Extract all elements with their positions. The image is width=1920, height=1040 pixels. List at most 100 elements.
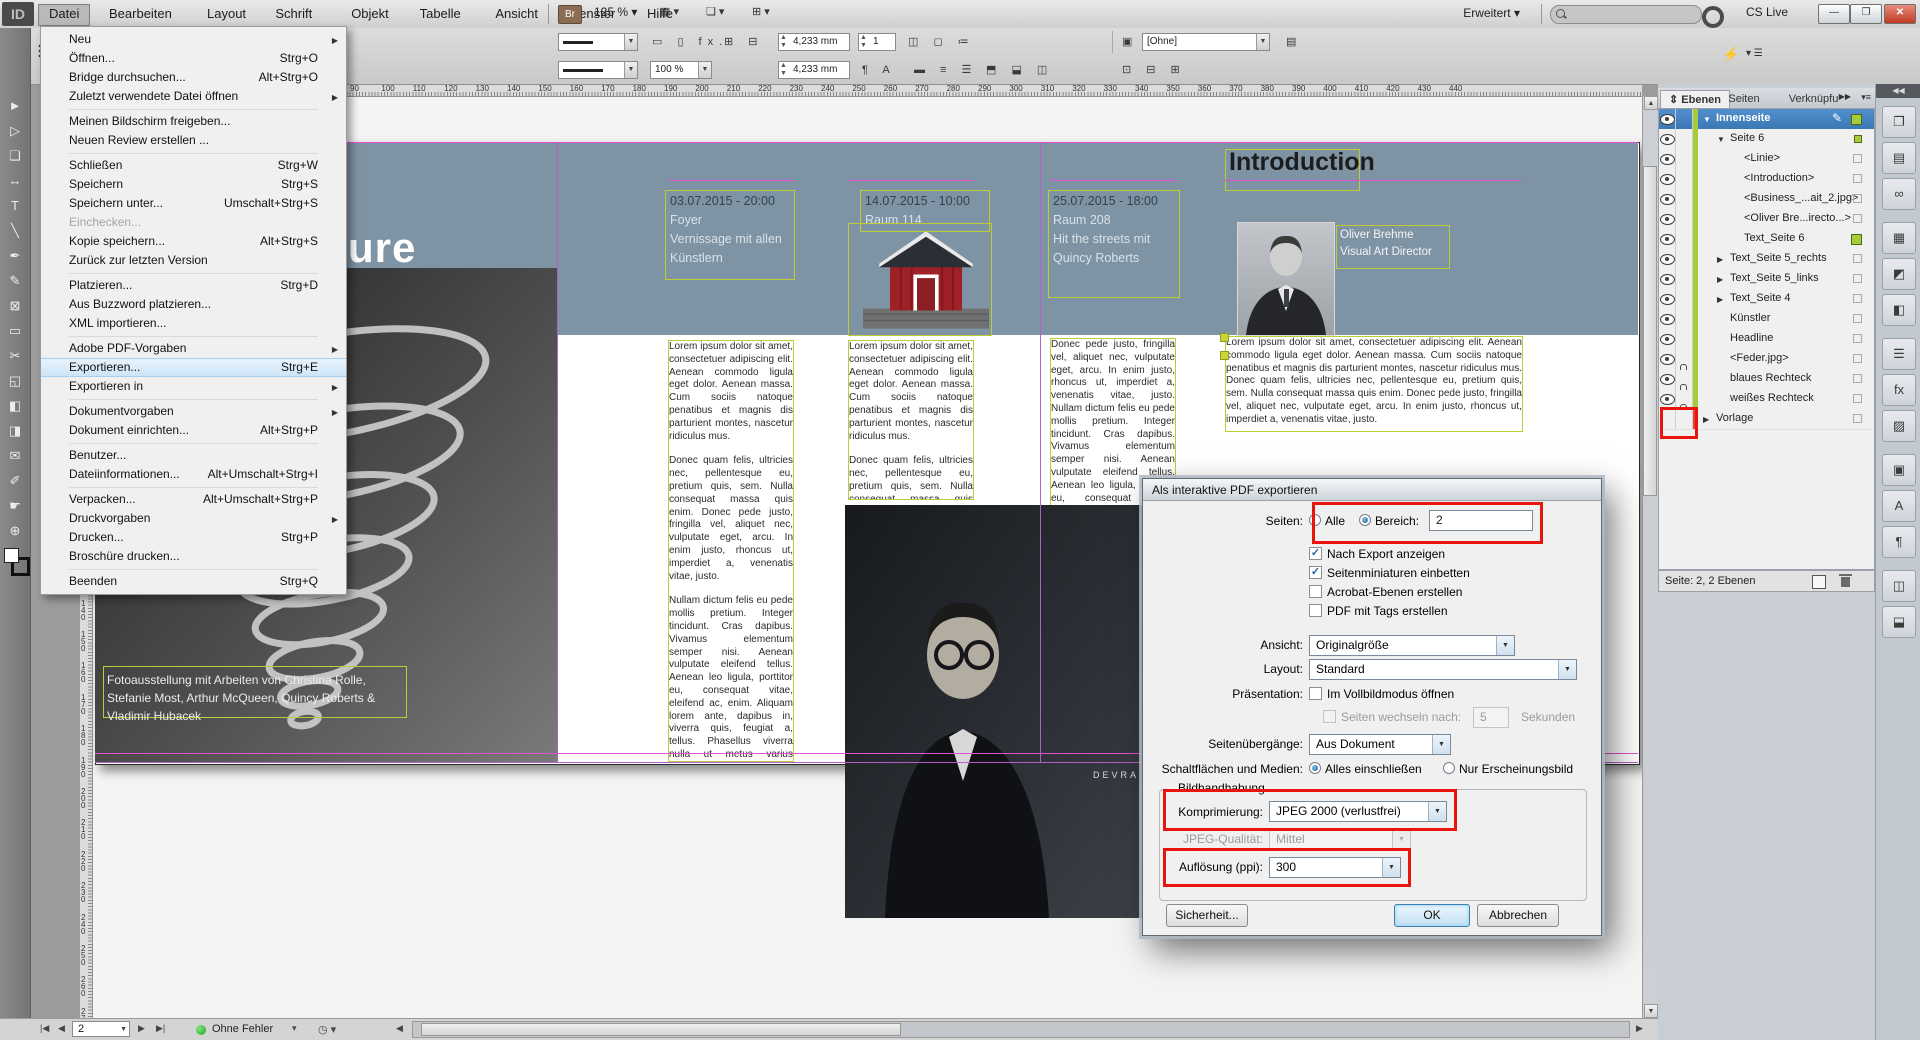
dialog-title[interactable]: Als interaktive PDF exportieren bbox=[1143, 479, 1601, 501]
selection-square[interactable] bbox=[1853, 154, 1862, 163]
count-field[interactable]: ▲ ▼1 bbox=[858, 33, 896, 51]
layer-row--feder-jpg-[interactable]: <Feder.jpg> bbox=[1659, 349, 1874, 370]
selection-square[interactable] bbox=[1853, 414, 1862, 423]
disclosure-triangle-icon[interactable]: ▼ bbox=[1703, 115, 1711, 124]
fill-swatch[interactable] bbox=[4, 548, 19, 563]
distribute-icons[interactable]: ⬒ ⬓ ◫ bbox=[986, 57, 1053, 83]
transparency-panel-icon[interactable]: ▨ bbox=[1882, 410, 1916, 442]
lock-toggle[interactable] bbox=[1676, 129, 1693, 149]
text-wrap-panel-icon[interactable]: ◫ bbox=[1882, 570, 1916, 602]
file-menu-item-dokumentvorgaben[interactable]: Dokumentvorgaben▶ bbox=[41, 402, 346, 421]
alles-radio[interactable] bbox=[1309, 762, 1321, 774]
event-frame[interactable] bbox=[665, 190, 795, 280]
file-menu-item-speichern-unter-[interactable]: Speichern unter...Umschalt+Strg+S bbox=[41, 194, 346, 213]
menu-layout[interactable]: Layout bbox=[197, 4, 256, 24]
layer-row-text-seite-5-rechts[interactable]: ▶Text_Seite 5_rechts bbox=[1659, 249, 1874, 270]
effects-panel-icon[interactable]: fx bbox=[1882, 374, 1916, 406]
zoom-level-dropdown[interactable]: 125 % ▾ bbox=[594, 5, 637, 19]
file-menu-item-adobe-pdf-vorgaben[interactable]: Adobe PDF-Vorgaben▶ bbox=[41, 339, 346, 358]
lock-toggle[interactable] bbox=[1676, 189, 1693, 209]
lock-toggle[interactable] bbox=[1676, 109, 1693, 129]
file-menu-item-brosch-re-drucken-[interactable]: Broschüre drucken... bbox=[41, 547, 346, 566]
panel-menu-icon[interactable]: ▾≡ bbox=[1861, 92, 1871, 103]
ansicht-dropdown[interactable]: Originalgröße▼ bbox=[1309, 635, 1515, 656]
visibility-toggle[interactable] bbox=[1659, 349, 1676, 369]
visibility-toggle[interactable] bbox=[1659, 269, 1676, 289]
visibility-toggle[interactable] bbox=[1659, 129, 1676, 149]
gap-tool[interactable]: ↔ bbox=[3, 169, 27, 193]
menu-objekt[interactable]: Objekt bbox=[341, 4, 399, 24]
horizontal-scrollbar[interactable] bbox=[412, 1021, 1630, 1038]
lock-toggle[interactable] bbox=[1676, 289, 1693, 309]
layer-row-blaues-rechteck[interactable]: blaues Rechteck bbox=[1659, 369, 1874, 390]
layer-row-text-seite-6[interactable]: Text_Seite 6 bbox=[1659, 229, 1874, 250]
export-checkbox-1[interactable]: ✓ bbox=[1309, 566, 1322, 579]
selection-square[interactable] bbox=[1853, 314, 1862, 323]
rectangle-frame-tool[interactable]: ⊠ bbox=[3, 294, 27, 318]
disclosure-triangle-icon[interactable]: ▶ bbox=[1717, 275, 1723, 284]
file-menu-item--ffnen-[interactable]: Öffnen...Strg+O bbox=[41, 49, 346, 68]
text-wrap-icons[interactable]: ◫ ◻ ≔ bbox=[908, 29, 975, 55]
text-icons[interactable]: ¶ A bbox=[862, 57, 896, 83]
file-menu-item-platzieren-[interactable]: Platzieren...Strg+D bbox=[41, 276, 346, 295]
disclosure-triangle-icon[interactable]: ▶ bbox=[1717, 295, 1723, 304]
zoom-tool[interactable]: ⊕ bbox=[3, 519, 27, 543]
lock-toggle[interactable] bbox=[1676, 229, 1693, 249]
lock-toggle[interactable] bbox=[1676, 269, 1693, 289]
layer-row-seite-6[interactable]: ▼Seite 6 bbox=[1659, 129, 1874, 150]
close-button[interactable]: ✕ bbox=[1884, 4, 1916, 24]
pen-tool[interactable]: ✒ bbox=[3, 244, 27, 268]
file-menu-item-speichern[interactable]: SpeichernStrg+S bbox=[41, 175, 346, 194]
visibility-toggle[interactable] bbox=[1659, 289, 1676, 309]
sicherheit-button[interactable]: Sicherheit... bbox=[1166, 904, 1248, 927]
preflight-menu-arrow[interactable]: ▾ bbox=[292, 1023, 297, 1034]
paragraph-styles-panel-icon[interactable]: ¶ bbox=[1882, 526, 1916, 558]
object-styles-panel-icon[interactable]: ▣ bbox=[1882, 454, 1916, 486]
corner-options-icon[interactable]: ▤ bbox=[1286, 29, 1302, 55]
panel-tab-verknüpfu[interactable]: Verknüpfu bbox=[1781, 90, 1847, 108]
fill-stroke-swatches[interactable] bbox=[4, 548, 26, 574]
type-tool[interactable]: T bbox=[3, 194, 27, 218]
align-icons[interactable]: ▬ ≡ ☰ bbox=[914, 57, 977, 83]
view-options-dropdown[interactable]: ▦ ▾ bbox=[660, 5, 679, 23]
free-transform-tool[interactable]: ◱ bbox=[3, 369, 27, 393]
visibility-toggle[interactable] bbox=[1659, 109, 1676, 129]
arrange-documents-dropdown[interactable]: ⊞ ▾ bbox=[752, 5, 770, 23]
pathfinder-panel-icon[interactable]: ⬓ bbox=[1882, 606, 1916, 638]
character-styles-panel-icon[interactable]: A bbox=[1882, 490, 1916, 522]
file-menu-item-zuletzt-verwendete-datei-ffnen[interactable]: Zuletzt verwendete Datei öffnen▶ bbox=[41, 87, 346, 106]
house-frame[interactable] bbox=[848, 223, 992, 336]
opacity-combo[interactable]: 100 %▼ bbox=[650, 61, 712, 79]
file-menu-item-benutzer-[interactable]: Benutzer... bbox=[41, 446, 346, 465]
effects-icons[interactable]: ▭ ▯ fx. bbox=[652, 29, 728, 55]
rectangle-tool[interactable]: ▭ bbox=[3, 319, 27, 343]
vollbild-checkbox[interactable] bbox=[1309, 687, 1322, 700]
menu-schrift[interactable]: Schrift bbox=[265, 4, 322, 24]
delete-layer-icon[interactable] bbox=[1841, 577, 1850, 587]
file-menu-item-exportieren-[interactable]: Exportieren...Strg+E bbox=[41, 358, 346, 377]
direct-selection-tool[interactable]: ▷ bbox=[3, 119, 27, 143]
gradient-feather-tool[interactable]: ◨ bbox=[3, 419, 27, 443]
selection-square[interactable] bbox=[1853, 274, 1862, 283]
file-menu-item-kopie-speichern-[interactable]: Kopie speichern...Alt+Strg+S bbox=[41, 232, 346, 251]
file-menu-item-zur-ck-zur-letzten-version[interactable]: Zurück zur letzten Version bbox=[41, 251, 346, 270]
disclosure-triangle-icon[interactable]: ▼ bbox=[1717, 135, 1725, 144]
file-menu-item-bridge-durchsuchen-[interactable]: Bridge durchsuchen...Alt+Strg+O bbox=[41, 68, 346, 87]
selection-square[interactable] bbox=[1853, 294, 1862, 303]
layer-row-text-seite-4[interactable]: ▶Text_Seite 4 bbox=[1659, 289, 1874, 310]
visibility-toggle[interactable] bbox=[1659, 189, 1676, 209]
file-menu-item-meinen-bildschirm-freigeben-[interactable]: Meinen Bildschirm freigeben... bbox=[41, 112, 346, 131]
text-column[interactable]: Lorem ipsum dolor sit amet, consectetuer… bbox=[848, 340, 974, 500]
visibility-toggle[interactable] bbox=[1659, 389, 1676, 409]
selection-square[interactable] bbox=[1853, 254, 1862, 263]
export-checkbox-2[interactable] bbox=[1309, 585, 1322, 598]
export-checkbox-3[interactable] bbox=[1309, 604, 1322, 617]
preflight-panel-icon[interactable]: ◷ ▾ bbox=[318, 1023, 336, 1036]
eyedropper-tool[interactable]: ✐ bbox=[3, 469, 27, 493]
table-panel-icon[interactable]: ▦ bbox=[1882, 222, 1916, 254]
visibility-toggle[interactable] bbox=[1659, 309, 1676, 329]
swatches-panel-icon[interactable]: ◩ bbox=[1882, 258, 1916, 290]
selection-square[interactable] bbox=[1853, 214, 1862, 223]
menu-tabelle[interactable]: Tabelle bbox=[410, 4, 471, 24]
gap-height-field[interactable]: ▲ ▼4,233 mm bbox=[778, 61, 850, 79]
